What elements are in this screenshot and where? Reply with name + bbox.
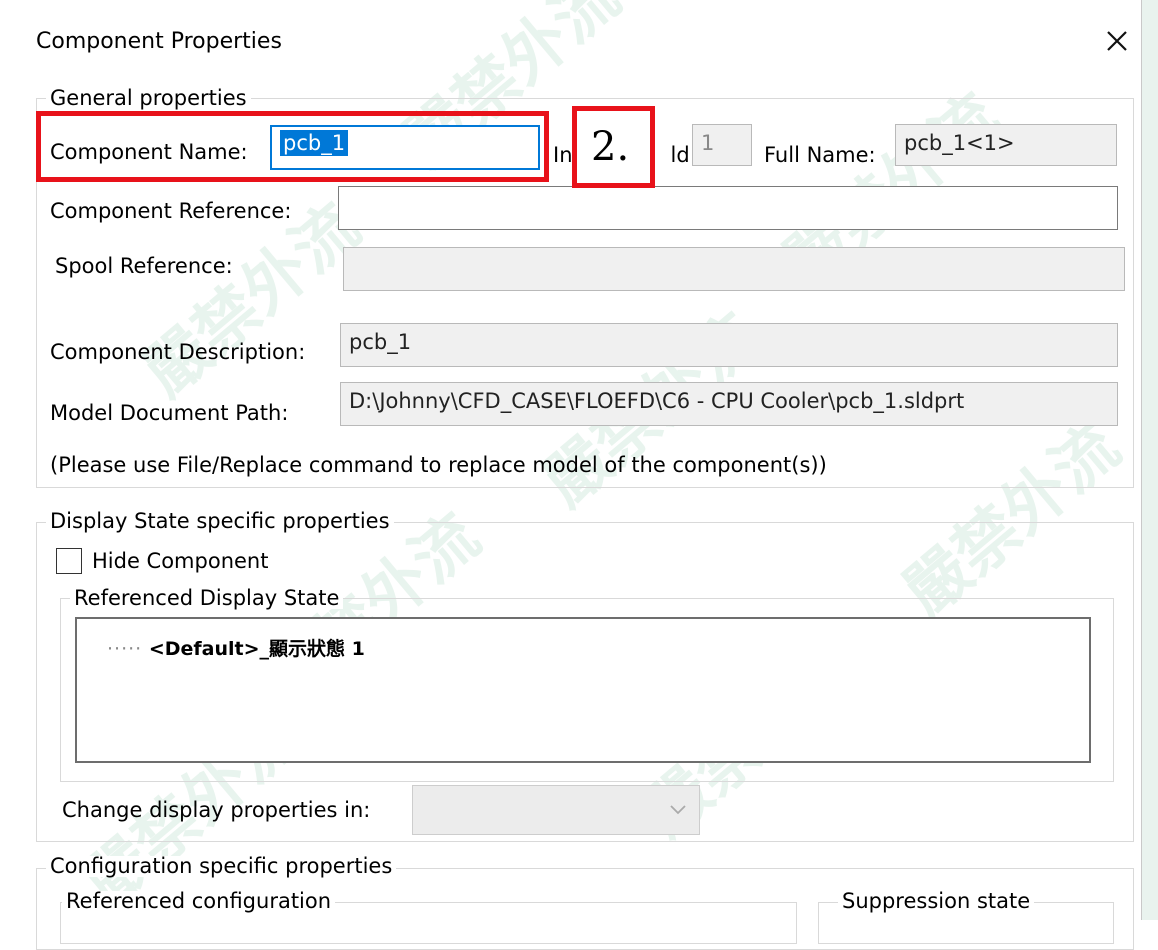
change-display-label: Change display properties in: [62, 798, 371, 822]
component-reference-label: Component Reference: [50, 199, 292, 223]
suppression-state-label: Suppression state [838, 891, 1035, 912]
spool-reference-label: Spool Reference: [55, 254, 233, 278]
referenced-configuration-label: Referenced configuration [62, 891, 336, 912]
tree-item-default[interactable]: ····· <Default>_顯示狀態 1 [107, 634, 365, 661]
spool-reference-field [343, 247, 1125, 291]
component-name-highlight [36, 111, 549, 182]
instance-id-field: 1 [692, 124, 752, 166]
component-reference-field[interactable] [338, 186, 1118, 230]
change-display-select[interactable] [412, 785, 700, 835]
full-name-label: Full Name: [764, 143, 876, 167]
title-bar: Component Properties [0, 0, 1158, 80]
replace-note: (Please use File/Replace command to repl… [50, 453, 827, 477]
component-description-field: pcb_1 [340, 323, 1118, 367]
display-state-tree[interactable]: ····· <Default>_顯示狀態 1 [75, 617, 1091, 763]
step-annotation-box: 2. [572, 106, 655, 188]
close-icon[interactable] [1100, 24, 1134, 58]
general-properties-legend: General properties [46, 88, 251, 109]
model-path-field: D:\Johnny\CFD_CASE\FLOEFD\C6 - CPU Coole… [340, 382, 1118, 426]
model-path-label: Model Document Path: [50, 401, 289, 425]
display-state-legend: Display State specific properties [46, 511, 394, 532]
full-name-field: pcb_1<1> [895, 124, 1117, 166]
window-title: Component Properties [36, 29, 282, 54]
referenced-display-state-legend: Referenced Display State [70, 588, 344, 609]
tree-connector-icon: ····· [107, 638, 143, 660]
background-strip [1141, 0, 1158, 920]
chevron-down-icon [670, 805, 686, 815]
component-description-label: Component Description: [50, 340, 306, 364]
hide-component-label[interactable]: Hide Component [92, 551, 268, 572]
hide-component-checkbox[interactable] [56, 548, 82, 574]
step-annotation-label: 2. [591, 124, 630, 170]
configuration-legend: Configuration specific properties [46, 856, 397, 877]
